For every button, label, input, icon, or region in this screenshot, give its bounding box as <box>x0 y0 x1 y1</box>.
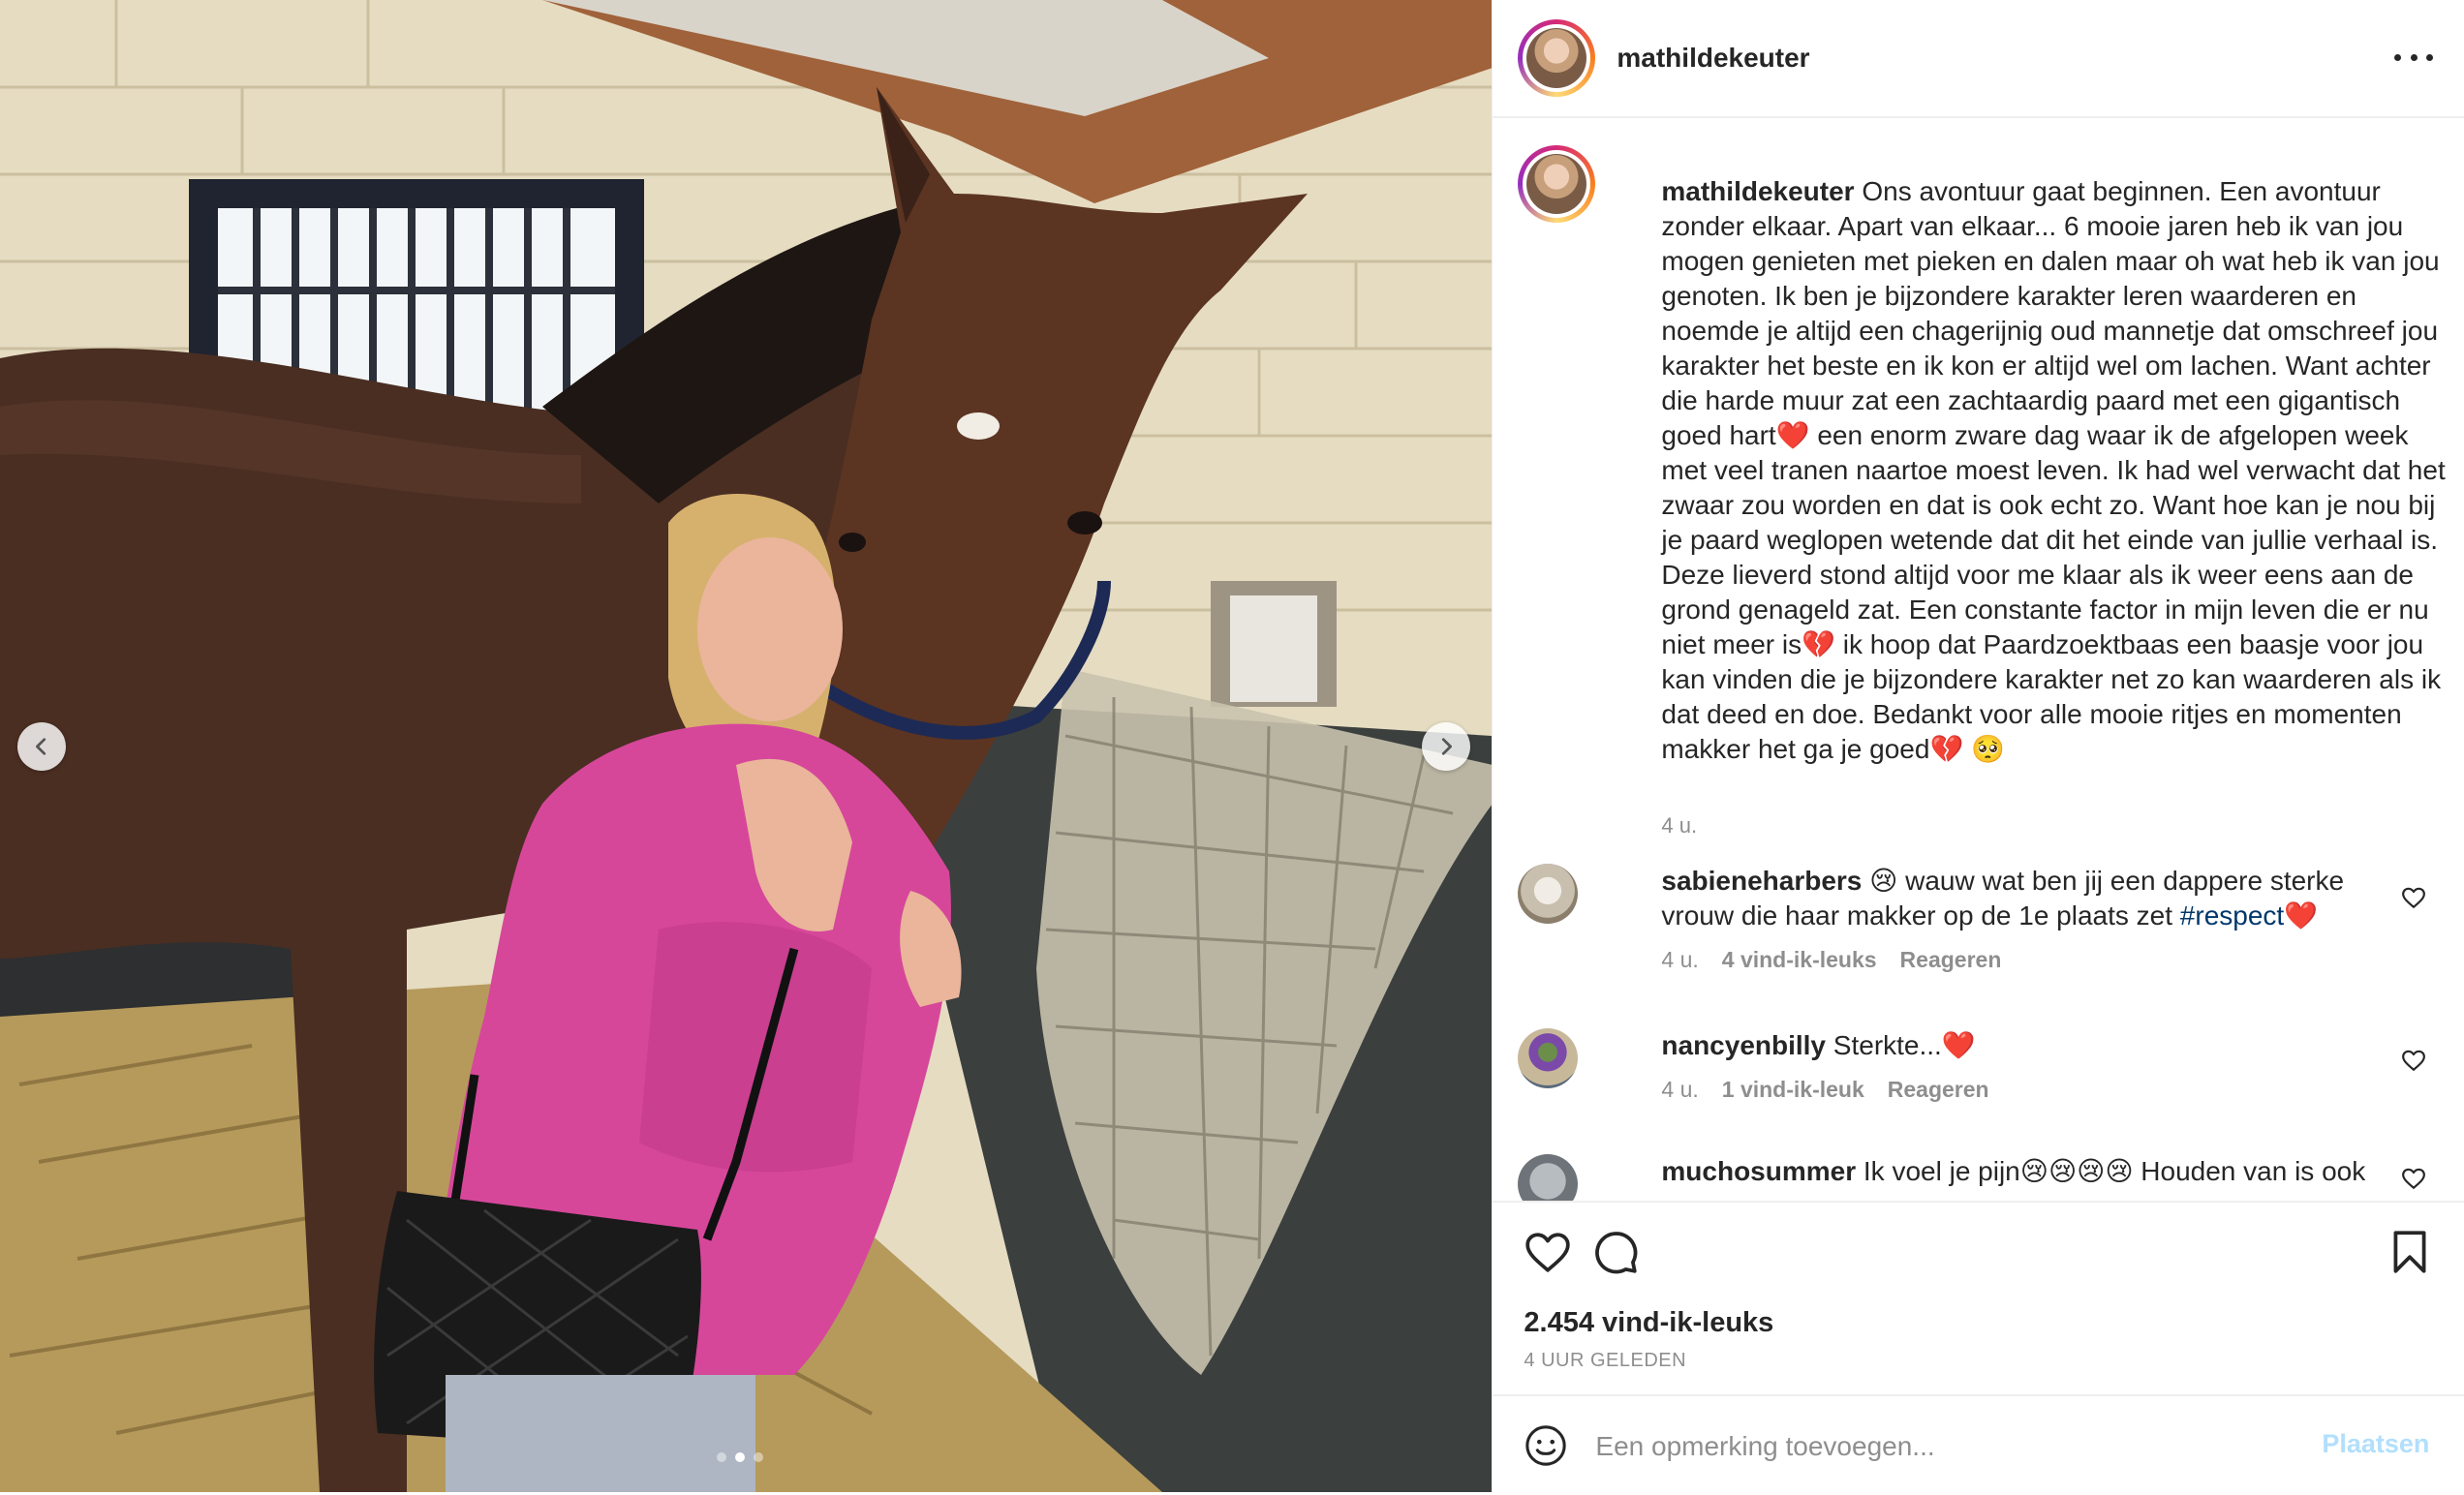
carousel-dot-active <box>735 1452 745 1462</box>
comment-input[interactable] <box>1593 1419 2276 1474</box>
emoji-icon[interactable] <box>1524 1423 1568 1468</box>
comment-text: sabieneharbers 😢 wauw wat ben jij een da… <box>1661 864 2397 933</box>
comment-body: Ik voel je pijn😢😢😢😢 Houden van is ook <box>1863 1156 2366 1186</box>
chevron-right-icon <box>1441 738 1452 755</box>
comment-icon[interactable] <box>1591 1228 1640 1276</box>
heart-icon[interactable] <box>2401 1048 2426 1073</box>
caption-body: Ons avontuur gaat beginnen. Een avontuur… <box>1661 176 2446 764</box>
comment-likes[interactable]: 1 vind-ik-leuk <box>1722 1077 1864 1103</box>
post-actions: 2.454 vind-ik-leuks 4 UUR GELEDEN Plaats… <box>1493 1201 2464 1493</box>
comment-text: nancyenbilly Sterkte...❤️ <box>1661 1028 2397 1063</box>
heart-icon[interactable] <box>2401 885 2426 910</box>
post-timestamp: 4 UUR GELEDEN <box>1524 1350 1687 1371</box>
author-avatar[interactable] <box>1518 19 1596 97</box>
carousel-dot <box>754 1452 763 1462</box>
caption-username[interactable]: mathildekeuter <box>1661 176 1854 206</box>
comment-username[interactable]: nancyenbilly <box>1661 1030 1826 1060</box>
comment-text: muchosummer Ik voel je pijn😢😢😢😢 Houden v… <box>1661 1154 2436 1189</box>
comment-likes[interactable]: 4 vind-ik-leuks <box>1722 947 1877 973</box>
comment-time: 4 u. <box>1661 1077 1699 1102</box>
carousel-dot <box>717 1452 726 1462</box>
comment-username[interactable]: muchosummer <box>1661 1156 1856 1186</box>
caption-text: mathildekeuter Ons avontuur gaat beginne… <box>1661 174 2446 767</box>
add-comment-bar: Plaatsen <box>1493 1394 2464 1495</box>
likes-count[interactable]: 2.454 vind-ik-leuks <box>1524 1307 1773 1339</box>
heart-icon[interactable] <box>1524 1228 1572 1276</box>
comment-item: sabieneharbers 😢 wauw wat ben jij een da… <box>1518 864 2448 990</box>
more-options-icon[interactable] <box>2394 43 2434 72</box>
bookmark-icon[interactable] <box>2386 1228 2434 1276</box>
commenter-avatar[interactable] <box>1518 1154 1579 1201</box>
instagram-post: mathildekeuter mathildekeuter Ons avontu… <box>0 0 2464 1492</box>
comment-emoji: ❤️ <box>2284 900 2319 931</box>
comment-item: muchosummer Ik voel je pijn😢😢😢😢 Houden v… <box>1518 1154 2448 1201</box>
comment-meta: 4 u. 1 vind-ik-leuk Reageren <box>1661 1077 1988 1103</box>
post-sidebar: mathildekeuter mathildekeuter Ons avontu… <box>1492 0 2464 1492</box>
comment-reply-button[interactable]: Reageren <box>1888 1077 1989 1103</box>
carousel-next-button[interactable] <box>1422 722 1470 771</box>
comment-username[interactable]: sabieneharbers <box>1661 866 1862 896</box>
commenter-avatar[interactable] <box>1518 864 1579 924</box>
carousel-indicator <box>717 1452 763 1462</box>
comments-scroll-area[interactable]: mathildekeuter Ons avontuur gaat beginne… <box>1493 118 2464 1201</box>
comment-body: Sterkte...❤️ <box>1833 1030 1976 1060</box>
heart-icon[interactable] <box>2401 1166 2426 1191</box>
comment-meta: 4 u. 4 vind-ik-leuks Reageren <box>1661 947 2001 973</box>
carousel-prev-button[interactable] <box>17 722 66 771</box>
caption-avatar[interactable] <box>1518 145 1596 223</box>
post-photo <box>0 0 1493 1492</box>
caption-timestamp: 4 u. <box>1661 813 1698 838</box>
author-username[interactable]: mathildekeuter <box>1617 43 1809 74</box>
comment-hashtag[interactable]: #respect <box>2180 900 2284 931</box>
comment-reply-button[interactable]: Reageren <box>1900 947 2002 973</box>
commenter-avatar[interactable] <box>1518 1028 1579 1088</box>
comment-time: 4 u. <box>1661 947 1699 972</box>
post-header: mathildekeuter <box>1493 0 2464 118</box>
chevron-left-icon <box>36 738 46 755</box>
comment-item: nancyenbilly Sterkte...❤️ 4 u. 1 vind-ik… <box>1518 1028 2448 1135</box>
post-comment-button[interactable]: Plaatsen <box>2322 1429 2429 1459</box>
post-media[interactable] <box>0 0 1493 1492</box>
